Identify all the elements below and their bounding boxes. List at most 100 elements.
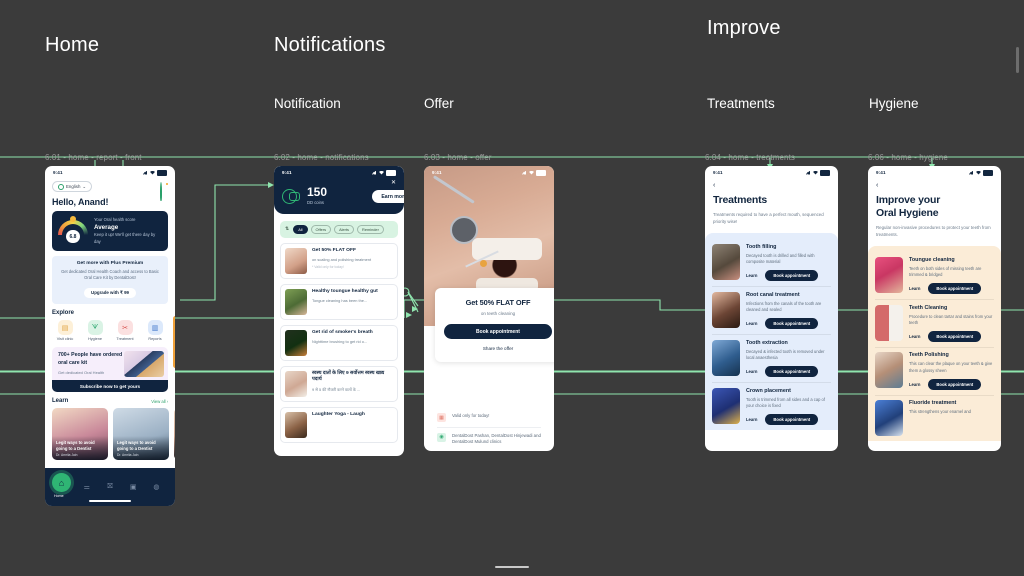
notification-item[interactable]: Laughter Yoga - Laugh [280, 406, 398, 443]
page-subtitle: Regular non-invasive procedures to prote… [876, 224, 991, 237]
globe-icon [58, 183, 64, 190]
view-all-link[interactable]: View all › [151, 399, 168, 404]
learn-link[interactable]: Learn [746, 273, 757, 278]
frame-label-home: 6.01 - home - report - front [45, 153, 142, 162]
signal-icon [372, 171, 376, 175]
hygiene-title: Toungue cleaning [909, 256, 955, 263]
notification-item[interactable]: स्वस्थ दातों के लिए 9 सर्वोत्तम स्वस्थ ख… [280, 365, 398, 402]
notification-item[interactable]: Get 50% FLAT OFF on scaling and polishin… [280, 242, 398, 279]
frame-label-notifications: 6.02 - home - notifications [274, 153, 369, 162]
screen-notifications[interactable]: 9:41 ✕ 150 DD coins Earn more ⇅ All Offe [274, 166, 404, 456]
treatment-title: Tooth filling [746, 243, 777, 250]
learn-link[interactable]: Learn [746, 417, 757, 422]
explore-item-reports[interactable]: ▥ Reports [142, 320, 168, 341]
chip-reminder[interactable]: Reminder [357, 224, 384, 235]
chip-all[interactable]: All [293, 224, 308, 235]
premium-title: Get more with Plus Premium [76, 261, 144, 266]
book-appointment-button[interactable]: Book appointment [928, 282, 982, 294]
learn-link[interactable]: Learn [746, 321, 757, 326]
book-appointment-button[interactable]: Book appointment [928, 330, 982, 342]
oral-health-score-card[interactable]: 6.8 Your Oral health score Average Keep … [52, 211, 168, 251]
page-title-line1: Improve your [876, 194, 941, 206]
tab-card-icon[interactable]: ▣ [122, 483, 145, 491]
treatment-item[interactable]: Tooth extraction Decayed & infected toot… [712, 335, 831, 382]
treatment-item[interactable]: Crown placement Tooth is trimmed from al… [712, 383, 831, 430]
hygiene-item[interactable]: Toungue cleaning Teeth on both sides of … [875, 252, 994, 299]
learn-card[interactable]: Legit ways to avoid going to a Dentist D… [52, 408, 108, 461]
hygiene-desc: Teeth on both sides of missing teeth are… [909, 265, 982, 277]
treatment-desc: Decayed & infected tooth is removed unde… [746, 348, 825, 360]
back-button[interactable]: ‹ [868, 178, 1001, 189]
screen-offer[interactable]: 9:41 Get 50% FLAT OFF on teeth cleaning … [424, 166, 554, 451]
status-bar: 9:41 [868, 166, 1001, 178]
explore-item-visit-clinic[interactable]: ▤ Visit clinic [52, 320, 78, 341]
coins-label: DD coins [307, 200, 324, 205]
offer-subtitle: on teeth cleaning [480, 311, 516, 316]
status-bar: 9:41 [274, 166, 404, 178]
hygiene-item[interactable]: Teeth Cleaning Procedure to clean tartar… [875, 300, 994, 347]
learn-card[interactable]: Legit ways to avoid going to a Dentist D… [113, 408, 169, 461]
explore-item-hygiene[interactable]: ᗐ Hygiene [82, 320, 108, 341]
book-appointment-button[interactable]: Book appointment [765, 270, 819, 282]
book-appointment-button[interactable]: Book appointment [765, 413, 819, 425]
book-appointment-button[interactable]: Book appointment [765, 365, 819, 377]
language-selector[interactable]: English ⌄ [52, 181, 93, 192]
book-appointment-button[interactable]: Book appointment [444, 324, 552, 339]
notification-bell-button[interactable] [160, 181, 168, 201]
back-button[interactable]: ‹ [705, 178, 838, 189]
learn-card[interactable]: Legit ways to avoid going to a Dentist D… [174, 408, 175, 461]
home-icon[interactable]: ⌂ [52, 473, 71, 492]
learn-link[interactable]: Learn [909, 334, 920, 339]
explore-item-treatment[interactable]: ✂ Treatment [112, 320, 138, 341]
earn-more-button[interactable]: Earn more [372, 190, 404, 203]
tab-tooth-scan-icon[interactable]: ⛝ [98, 483, 121, 491]
chip-alerts[interactable]: Alerts [334, 224, 355, 235]
status-icons [806, 169, 830, 176]
learn-link[interactable]: Learn [746, 369, 757, 374]
notification-title: स्वस्थ दातों के लिए 9 सर्वोत्तम स्वस्थ ख… [312, 370, 385, 383]
learn-link[interactable]: Learn [909, 382, 920, 387]
page-scrollbar[interactable] [1016, 47, 1019, 73]
coins-value: 150 [307, 185, 328, 199]
tools-icon: ✂ [117, 320, 133, 336]
book-appointment-button[interactable]: Book appointment [928, 378, 982, 390]
status-icons [372, 169, 396, 176]
screen-hygiene[interactable]: 9:41 ‹ Improve your Oral Hygiene Regular… [868, 166, 1001, 451]
chip-offers[interactable]: Offers [310, 224, 332, 235]
close-icon[interactable]: ✕ [391, 179, 396, 186]
notification-thumb [285, 288, 307, 315]
offer-row-text: DentalDost Pashan, DentalDost Hinjewadi … [452, 432, 541, 445]
screen-home[interactable]: 9:41 English ⌄ Hello, Anand! 6.8 Your Or… [45, 166, 175, 506]
status-icons [522, 169, 546, 176]
gesture-bar [89, 500, 131, 502]
promo-card[interactable]: 700+ People have ordered oral care kit G… [52, 347, 168, 393]
notification-item[interactable]: Get rid of smoker's breath Nighttime bru… [280, 324, 398, 361]
treatment-item[interactable]: Tooth filling Decayed tooth is drilled a… [712, 239, 831, 286]
hygiene-item[interactable]: Fluoride treatment This strengthens your… [875, 395, 994, 441]
clinic-icon: ▤ [57, 320, 73, 336]
screen-treatments[interactable]: 9:41 ‹ Treatments Treatments required to… [705, 166, 838, 451]
hygiene-item[interactable]: Teeth Polishing This can clear the plaqu… [875, 347, 994, 394]
hygiene-thumb [875, 256, 903, 293]
explore-label: Hygiene [88, 337, 102, 342]
status-bar: 9:41 [705, 166, 838, 178]
status-bar: 9:41 [424, 166, 554, 178]
notification-title: Get rid of smoker's breath [312, 329, 373, 335]
frame-label-treatments: 6.04 - home - treatments [705, 153, 795, 162]
scroll-indicator[interactable] [173, 316, 175, 368]
filter-chips[interactable]: ⇅ All Offers Alerts Reminder [280, 221, 398, 238]
notification-sub: Nighttime brushing to get rid o... [312, 338, 368, 344]
subscribe-button[interactable]: Subscribe now to get yours [52, 380, 168, 393]
learn-link[interactable]: Learn [909, 286, 920, 291]
tab-profile-icon[interactable]: ◍ [145, 483, 168, 491]
upgrade-button[interactable]: Upgrade with ₹ 99 [84, 288, 136, 299]
treatment-item[interactable]: Root canal treatment Infections from the… [712, 287, 831, 334]
notification-item[interactable]: Healthy toungue healthy gut Tongue clean… [280, 283, 398, 320]
share-offer-link[interactable]: Share the offer [444, 346, 552, 351]
premium-card[interactable]: Get more with Plus Premium Get dedicated… [52, 256, 168, 305]
hygiene-thumb [875, 304, 903, 341]
book-appointment-button[interactable]: Book appointment [765, 318, 819, 330]
bell-icon [160, 181, 162, 201]
sort-icon[interactable]: ⇅ [285, 226, 289, 232]
tab-sliders-icon[interactable]: ⚌ [75, 483, 98, 491]
